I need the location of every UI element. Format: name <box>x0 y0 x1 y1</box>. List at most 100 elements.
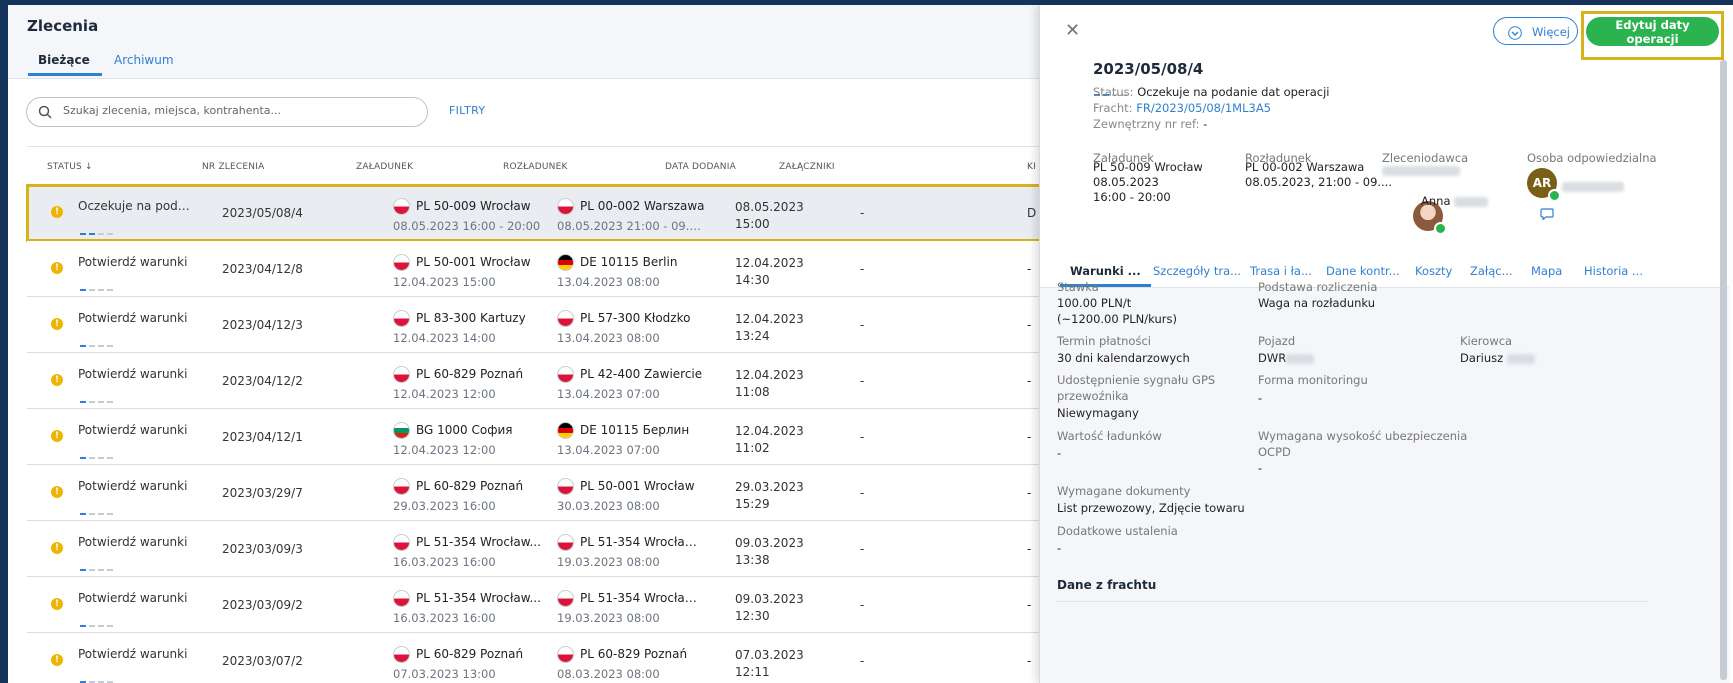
payment-label: Termin płatności <box>1057 334 1151 348</box>
row-attachments: - <box>860 318 865 332</box>
row-progress-dots <box>80 332 116 351</box>
row-loading-place: PL 50-001 Wrocław <box>416 255 531 269</box>
vehicle-label: Pojazd <box>1258 334 1296 348</box>
tab-contractor-data[interactable]: Dane kontr... <box>1326 264 1400 278</box>
table-row[interactable]: ! Potwierdź warunki 2023/04/12/8 PL 50-001 … <box>27 241 1048 297</box>
cargo-value-label: Wartość ładunków <box>1057 429 1162 443</box>
tab-archive[interactable]: Archiwum <box>114 53 174 73</box>
rate-value: 100.00 PLN/t <box>1057 296 1132 310</box>
row-order-number: 2023/04/12/3 <box>222 318 303 332</box>
flag-icon <box>557 310 574 327</box>
row-status: Potwierdź warunki <box>78 311 188 325</box>
header-unloading[interactable]: ROZŁADUNEK <box>503 162 568 172</box>
panel-scrollbar[interactable] <box>1720 60 1727 680</box>
tab-current[interactable]: Bieżące <box>28 53 102 76</box>
row-unloading-place: PL 51-354 Wrocław, ... <box>580 591 705 605</box>
row-loading-place: PL 60-829 Poznań <box>416 479 524 493</box>
more-button-label: Więcej <box>1532 25 1570 39</box>
payment-value: 30 dni kalendarzowych <box>1057 351 1190 365</box>
table-row[interactable]: ! Potwierdź warunki 2023/03/09/2 PL 51-354 … <box>27 577 1048 633</box>
extra-arrangements-value: - <box>1057 541 1062 555</box>
row-loading-time: 29.03.2023 16:00 <box>393 499 496 513</box>
responsible-label: Osoba odpowiedzialna <box>1527 151 1657 165</box>
row-attachments: - <box>860 374 865 388</box>
panel-status: Status: Oczekuje na podanie dat operacji <box>1093 85 1330 99</box>
filters-button[interactable]: FILTRY <box>449 104 485 117</box>
row-unloading-time: 13.04.2023 07:00 <box>557 387 660 401</box>
table-row[interactable]: ! Potwierdź warunki 2023/04/12/2 PL 60-829 … <box>27 353 1048 409</box>
header-attachments[interactable]: ZAŁĄCZNIKI <box>779 162 835 172</box>
header-loading[interactable]: ZAŁADUNEK <box>356 162 413 172</box>
row-loading-place: BG 1000 София <box>416 423 513 437</box>
row-unloading-time: 08.03.2023 08:00 <box>557 667 660 681</box>
flag-icon <box>557 366 574 383</box>
row-date-added: 09.03.2023 12:30 <box>735 592 804 623</box>
table-row[interactable]: ! Potwierdź warunki 2023/04/12/3 PL 83-300 … <box>27 297 1048 353</box>
row-extra: - <box>1027 542 1032 556</box>
row-order-number: 2023/04/12/2 <box>222 374 303 388</box>
row-loading-place: PL 83-300 Kartuzy <box>416 311 526 325</box>
table-row[interactable]: ! Potwierdź warunki 2023/03/07/2 PL 60-829 … <box>27 633 1048 683</box>
order-detail-panel: ✕ Więcej Edytuj daty operacji 2023/05/08… <box>1039 5 1729 683</box>
row-unloading-place: PL 60-829 Poznań <box>580 647 688 661</box>
row-unloading-place: PL 42-400 Zawiercie <box>580 367 703 381</box>
row-extra: D <box>1027 206 1037 220</box>
row-unloading-time: 30.03.2023 08:00 <box>557 499 660 513</box>
flag-icon <box>557 254 574 271</box>
gps-label: Udostępnienie sygnału GPS przewoźnika <box>1057 373 1216 403</box>
chevron-down-icon <box>1508 26 1522 40</box>
search-input[interactable] <box>61 103 415 118</box>
tab-costs[interactable]: Koszty <box>1415 264 1452 278</box>
table-row[interactable]: ! Potwierdź warunki 2023/04/12/1 BG 1000 Со… <box>27 409 1048 465</box>
panel-tabs: Warunki ... Szczegóły tra... Trasa i ła.… <box>1040 257 1729 288</box>
flag-icon <box>393 478 410 495</box>
row-loading-time: 12.04.2023 15:00 <box>393 275 496 289</box>
header-status[interactable]: STATUS ↓ <box>47 162 93 172</box>
header-extra[interactable]: KI <box>1027 162 1036 172</box>
row-date-added: 29.03.2023 15:29 <box>735 480 804 511</box>
table-row[interactable]: ! Oczekuje na podani... 2023/05/08/4 PL 50-… <box>26 184 1049 242</box>
row-loading-place: PL 51-354 Wrocław... <box>416 591 541 605</box>
rate-label: Stawka <box>1057 280 1099 294</box>
ref-label: Zewnętrzny nr ref: <box>1093 117 1200 131</box>
row-status: Potwierdź warunki <box>78 423 188 437</box>
tab-transport-details[interactable]: Szczegóły tra... <box>1153 264 1241 278</box>
gps-value: Niewymagany <box>1057 406 1139 420</box>
row-extra: - <box>1027 318 1032 332</box>
row-unloading-time: 19.03.2023 08:00 <box>557 611 660 625</box>
row-unloading-time: 13.04.2023 08:00 <box>557 275 660 289</box>
warning-icon: ! <box>51 598 63 610</box>
row-extra: - <box>1027 374 1032 388</box>
header-order[interactable]: NR ZLECENIA <box>202 162 264 172</box>
row-progress-dots <box>80 668 116 683</box>
chat-icon[interactable] <box>1540 208 1554 220</box>
row-loading-place: PL 50-009 Wrocław <box>416 199 531 213</box>
tab-map[interactable]: Mapa <box>1531 264 1562 278</box>
driver-value: Dariusz <box>1460 351 1504 365</box>
more-button[interactable]: Więcej <box>1493 17 1578 45</box>
documents-value: List przewozowy, Zdjęcie towaru <box>1057 501 1245 515</box>
row-progress-dots <box>80 276 116 295</box>
unloading-time: 08.05.2023, 21:00 - 09.... <box>1245 175 1393 189</box>
tab-attachments[interactable]: Załąc... <box>1470 264 1513 278</box>
search-box[interactable] <box>26 97 428 127</box>
warning-icon: ! <box>51 542 63 554</box>
row-unloading-time: 13.04.2023 07:00 <box>557 443 660 457</box>
row-attachments: - <box>860 598 865 612</box>
row-progress-dots <box>80 500 116 519</box>
insurance-value: - <box>1258 461 1263 475</box>
table-row[interactable]: ! Potwierdź warunki 2023/03/29/7 PL 60-829 … <box>27 465 1048 521</box>
tab-route[interactable]: Trasa i ła... <box>1250 264 1312 278</box>
close-icon[interactable]: ✕ <box>1065 20 1080 41</box>
contact-name: Anna <box>1421 194 1451 208</box>
row-attachments: - <box>860 262 865 276</box>
freight-link[interactable]: FR/2023/05/08/1ML3A5 <box>1136 101 1271 115</box>
row-loading-time: 16.03.2023 16:00 <box>393 611 496 625</box>
edit-dates-button[interactable]: Edytuj daty operacji <box>1586 17 1719 46</box>
extra-arrangements-label: Dodatkowe ustalenia <box>1057 524 1178 538</box>
row-status: Potwierdź warunki <box>78 535 188 549</box>
table-row[interactable]: ! Potwierdź warunki 2023/03/09/3 PL 51-354 … <box>27 521 1048 577</box>
tab-history[interactable]: Historia ... <box>1584 264 1643 278</box>
header-date[interactable]: DATA DODANIA <box>665 162 736 172</box>
row-unloading-place: DE 10115 Berlin <box>580 255 678 269</box>
